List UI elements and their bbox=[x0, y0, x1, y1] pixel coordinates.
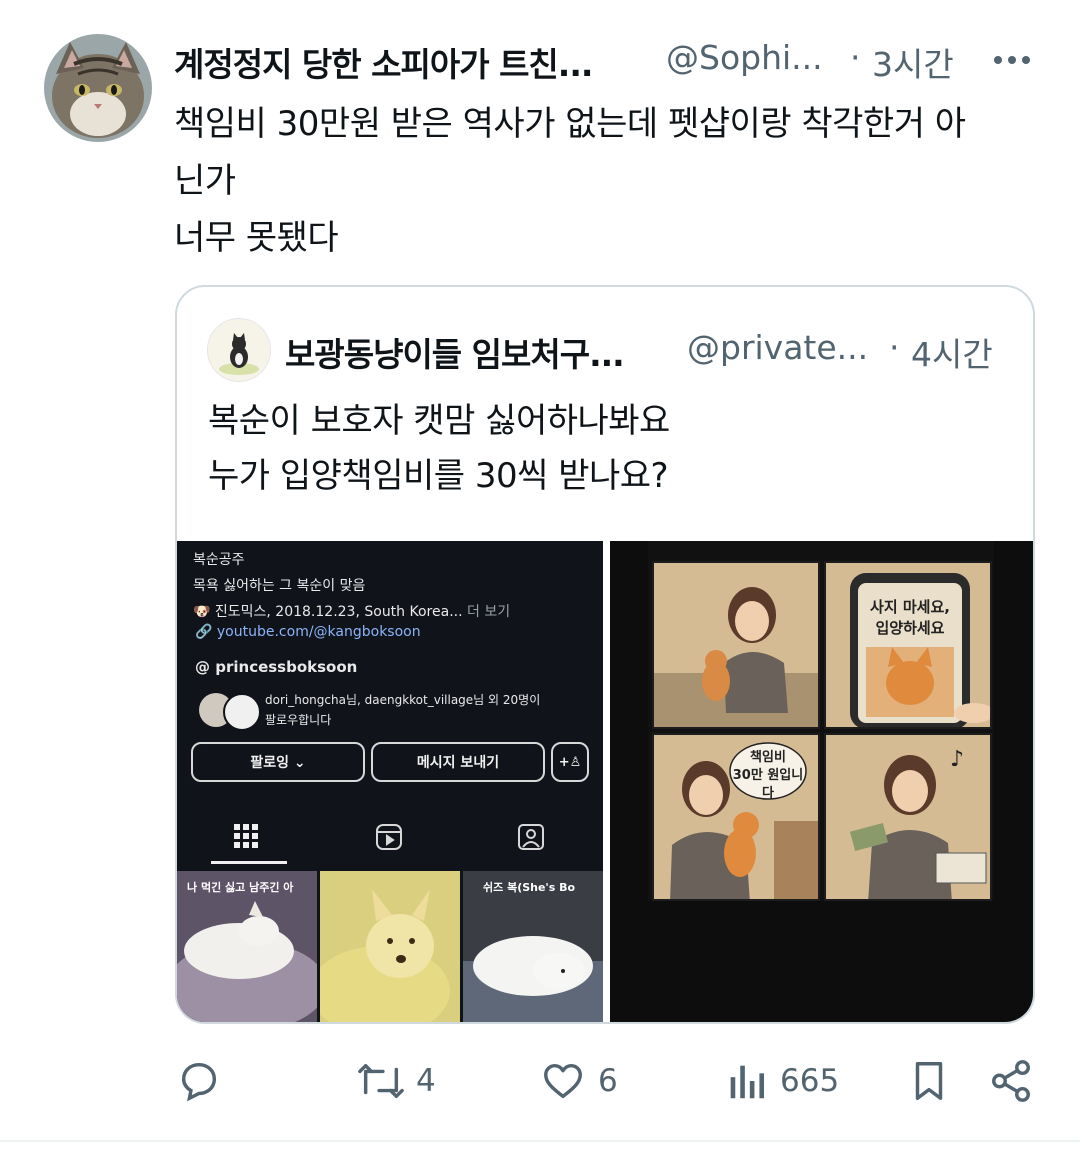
tagged-icon bbox=[517, 823, 545, 851]
comic-image[interactable]: 사지 마세요, 입양하세요 책임비 30만 원입니다 ♪ bbox=[610, 541, 1033, 1022]
share-button[interactable] bbox=[988, 1058, 1034, 1104]
tweet-text: 책임비 30만원 받은 역사가 없는데 펫샵이랑 착각한거 아 닌가 너무 못됐… bbox=[174, 104, 966, 258]
ig-bio: 목욕 싫어하는 그 복순이 맞음 bbox=[193, 578, 366, 594]
ig-following-button: 팔로잉 ⌄ bbox=[191, 742, 365, 782]
ig-info-text: 🐶 진도믹스, 2018.12.23, South Korea... bbox=[193, 604, 463, 620]
quoted-author-handle[interactable]: @private... bbox=[687, 328, 868, 367]
ig-followers-line1: dori_hongcha님, daengkkot_village님 외 20명이 bbox=[265, 693, 541, 707]
views-count: 665 bbox=[780, 1063, 840, 1099]
retweet-button[interactable]: 4 bbox=[356, 1058, 436, 1104]
quoted-timestamp[interactable]: 4시간 bbox=[911, 328, 993, 376]
ig-threads-text: princessboksoon bbox=[215, 658, 358, 676]
ig-add-person-icon: +♙ bbox=[551, 742, 589, 782]
bookmark-icon bbox=[908, 1058, 950, 1104]
comic-bubble-2: 책임비 30만 원입니다 bbox=[732, 750, 804, 801]
music-note-icon: ♪ bbox=[949, 747, 965, 772]
author-name[interactable]: 계정정지 당한 소피아가 트친... bbox=[174, 38, 593, 86]
more-options-icon[interactable] bbox=[990, 44, 1034, 74]
threads-icon: @ bbox=[195, 658, 210, 676]
comic-panel-2: 사지 마세요, 입양하세요 bbox=[824, 561, 992, 729]
ig-more-link: 더 보기 bbox=[467, 604, 511, 620]
reply-button[interactable] bbox=[176, 1058, 222, 1104]
grid-icon bbox=[233, 823, 259, 849]
author-avatar[interactable] bbox=[44, 34, 152, 142]
views-button[interactable]: 665 bbox=[726, 1058, 839, 1104]
ig-threads: @ princessboksoon bbox=[195, 658, 357, 676]
heart-icon bbox=[540, 1058, 586, 1104]
retweet-icon bbox=[356, 1058, 406, 1104]
ig-message-button: 메시지 보내기 bbox=[371, 742, 545, 782]
comic-panel-3: 책임비 30만 원입니다 bbox=[652, 733, 820, 901]
ig-followers-line2: 팔로우합니다 bbox=[265, 713, 332, 727]
thumbnail-3-caption: 쉬즈 복(She's Bo bbox=[483, 881, 576, 894]
thumbnail-3: 쉬즈 복(She's Bo bbox=[463, 871, 603, 1022]
quoted-author-name[interactable]: 보광동냥이들 임보처구... bbox=[285, 328, 625, 376]
thumbnail-1-caption: 나 먹긴 싫고 남주긴 아 bbox=[187, 881, 294, 894]
thumbnail-2 bbox=[310, 871, 460, 1022]
bar-chart-icon bbox=[726, 1058, 766, 1104]
ig-profile-name: 복순공주 bbox=[193, 552, 245, 568]
retweet-count: 4 bbox=[416, 1063, 436, 1099]
ig-link: 🔗 youtube.com/@kangboksoon bbox=[195, 624, 421, 640]
link-icon: 🔗 bbox=[195, 624, 213, 640]
share-icon bbox=[988, 1058, 1034, 1104]
bookmark-button[interactable] bbox=[908, 1058, 950, 1104]
reply-icon bbox=[176, 1058, 222, 1104]
like-button[interactable]: 6 bbox=[540, 1058, 618, 1104]
comic-panel-4: ♪ bbox=[824, 733, 992, 901]
tweet-timestamp[interactable]: 3시간 bbox=[872, 38, 954, 86]
ig-tab-indicator bbox=[211, 861, 287, 864]
comic-panel-1 bbox=[652, 561, 820, 729]
quoted-tweet-text: 복순이 보호자 캣맘 싫어하나봐요 누가 입양책임비를 30씩 받나요? bbox=[208, 401, 670, 496]
comic-bubble-1: 사지 마세요, 입양하세요 bbox=[870, 598, 950, 637]
thumbnail-1: 나 먹긴 싫고 남주긴 아 bbox=[177, 871, 327, 1022]
quoted-separator-dot: · bbox=[889, 328, 900, 367]
bottom-divider bbox=[0, 1140, 1080, 1142]
author-handle[interactable]: @Sophi... bbox=[666, 38, 823, 77]
quoted-author-avatar[interactable] bbox=[207, 318, 271, 382]
follower-avatar-2 bbox=[223, 693, 261, 731]
like-count: 6 bbox=[598, 1063, 618, 1099]
reels-icon bbox=[375, 823, 403, 851]
separator-dot: · bbox=[850, 38, 861, 77]
quoted-tweet-card[interactable]: 보광동냥이들 임보처구... @private... · 4시간 복순이 보호자… bbox=[175, 285, 1035, 1024]
ig-link-text: youtube.com/@kangboksoon bbox=[216, 624, 421, 640]
ig-info: 🐶 진도믹스, 2018.12.23, South Korea... 더 보기 bbox=[193, 601, 510, 621]
instagram-screenshot-image[interactable]: 복순공주 목욕 싫어하는 그 복순이 맞음 🐶 진도믹스, 2018.12.23… bbox=[177, 541, 603, 1022]
